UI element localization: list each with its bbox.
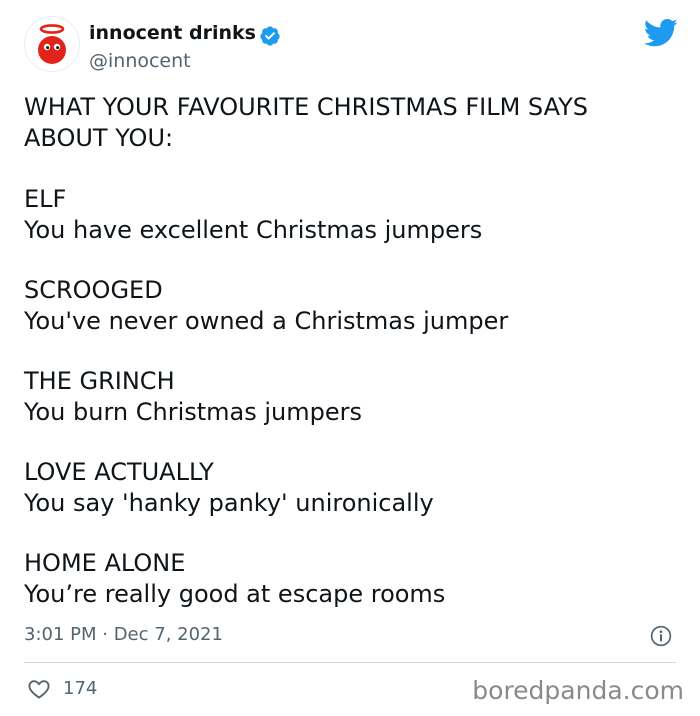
film-description: You've never owned a Christmas jumper [24, 307, 509, 335]
tweet-text: WHAT YOUR FAVOURITE CHRISTMAS FILM SAYS … [24, 92, 674, 610]
film-description: You’re really good at escape rooms [24, 580, 446, 608]
innocent-logo-icon [38, 24, 66, 64]
film-title: THE GRINCH [24, 367, 175, 395]
account-handle[interactable]: @innocent [89, 50, 191, 72]
divider [24, 662, 676, 663]
heart-outline-icon[interactable] [27, 677, 51, 701]
tweet-intro-line: WHAT YOUR FAVOURITE CHRISTMAS FILM SAYS [24, 93, 589, 121]
avatar[interactable] [24, 16, 80, 72]
verified-badge-icon [260, 26, 280, 46]
film-title: ELF [24, 185, 67, 213]
film-title: SCROOGED [24, 276, 163, 304]
tweet-timestamp[interactable]: 3:01 PM · Dec 7, 2021 [24, 624, 223, 645]
tweet-intro-line: ABOUT YOU: [24, 124, 174, 152]
tweet-card: innocent drinks @innocent WHAT YOUR FAVO… [0, 0, 700, 716]
film-description: You burn Christmas jumpers [24, 398, 362, 426]
watermark: boredpanda.com [472, 676, 684, 705]
film-title: HOME ALONE [24, 549, 186, 577]
film-title: LOVE ACTUALLY [24, 458, 214, 486]
film-description: You have excellent Christmas jumpers [24, 216, 483, 244]
like-count: 174 [63, 678, 98, 699]
twitter-bird-icon[interactable] [644, 18, 678, 48]
film-description: You say 'hanky panky' unironically [24, 489, 434, 517]
display-name[interactable]: innocent drinks [89, 22, 256, 44]
info-icon[interactable] [650, 625, 672, 647]
